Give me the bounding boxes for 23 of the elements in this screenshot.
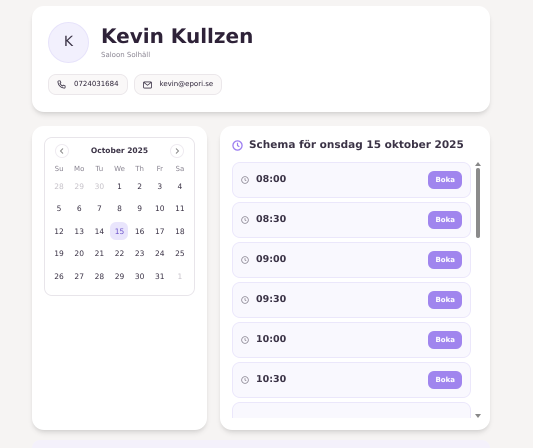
profile-name: Kevin Kullzen — [101, 24, 254, 48]
phone-icon — [57, 80, 66, 89]
clock-icon — [241, 176, 249, 184]
next-month-button[interactable] — [170, 144, 184, 158]
clock-icon — [241, 256, 249, 264]
chevron-left-icon — [59, 148, 65, 154]
slot-time: 09:30 — [256, 292, 288, 307]
previous-month-button[interactable] — [55, 144, 69, 158]
clock-icon — [241, 376, 249, 384]
mail-icon — [142, 80, 152, 88]
clock-icon — [232, 140, 243, 152]
scrollbar[interactable] — [474, 162, 482, 418]
slot-time: 09:00 — [256, 252, 288, 267]
clock-icon — [241, 216, 249, 224]
slot-time: 10:30 — [256, 372, 288, 387]
schedule-title: Schema för onsdag 15 oktober 2025 — [249, 138, 464, 153]
slot-time: 08:00 — [256, 172, 288, 187]
slot-time: 10:00 — [256, 332, 288, 347]
chevron-right-icon — [174, 148, 180, 154]
avatar: K — [48, 22, 89, 63]
slot-time: 08:30 — [256, 212, 288, 227]
clock-icon — [241, 296, 249, 304]
clock-icon — [241, 336, 249, 344]
